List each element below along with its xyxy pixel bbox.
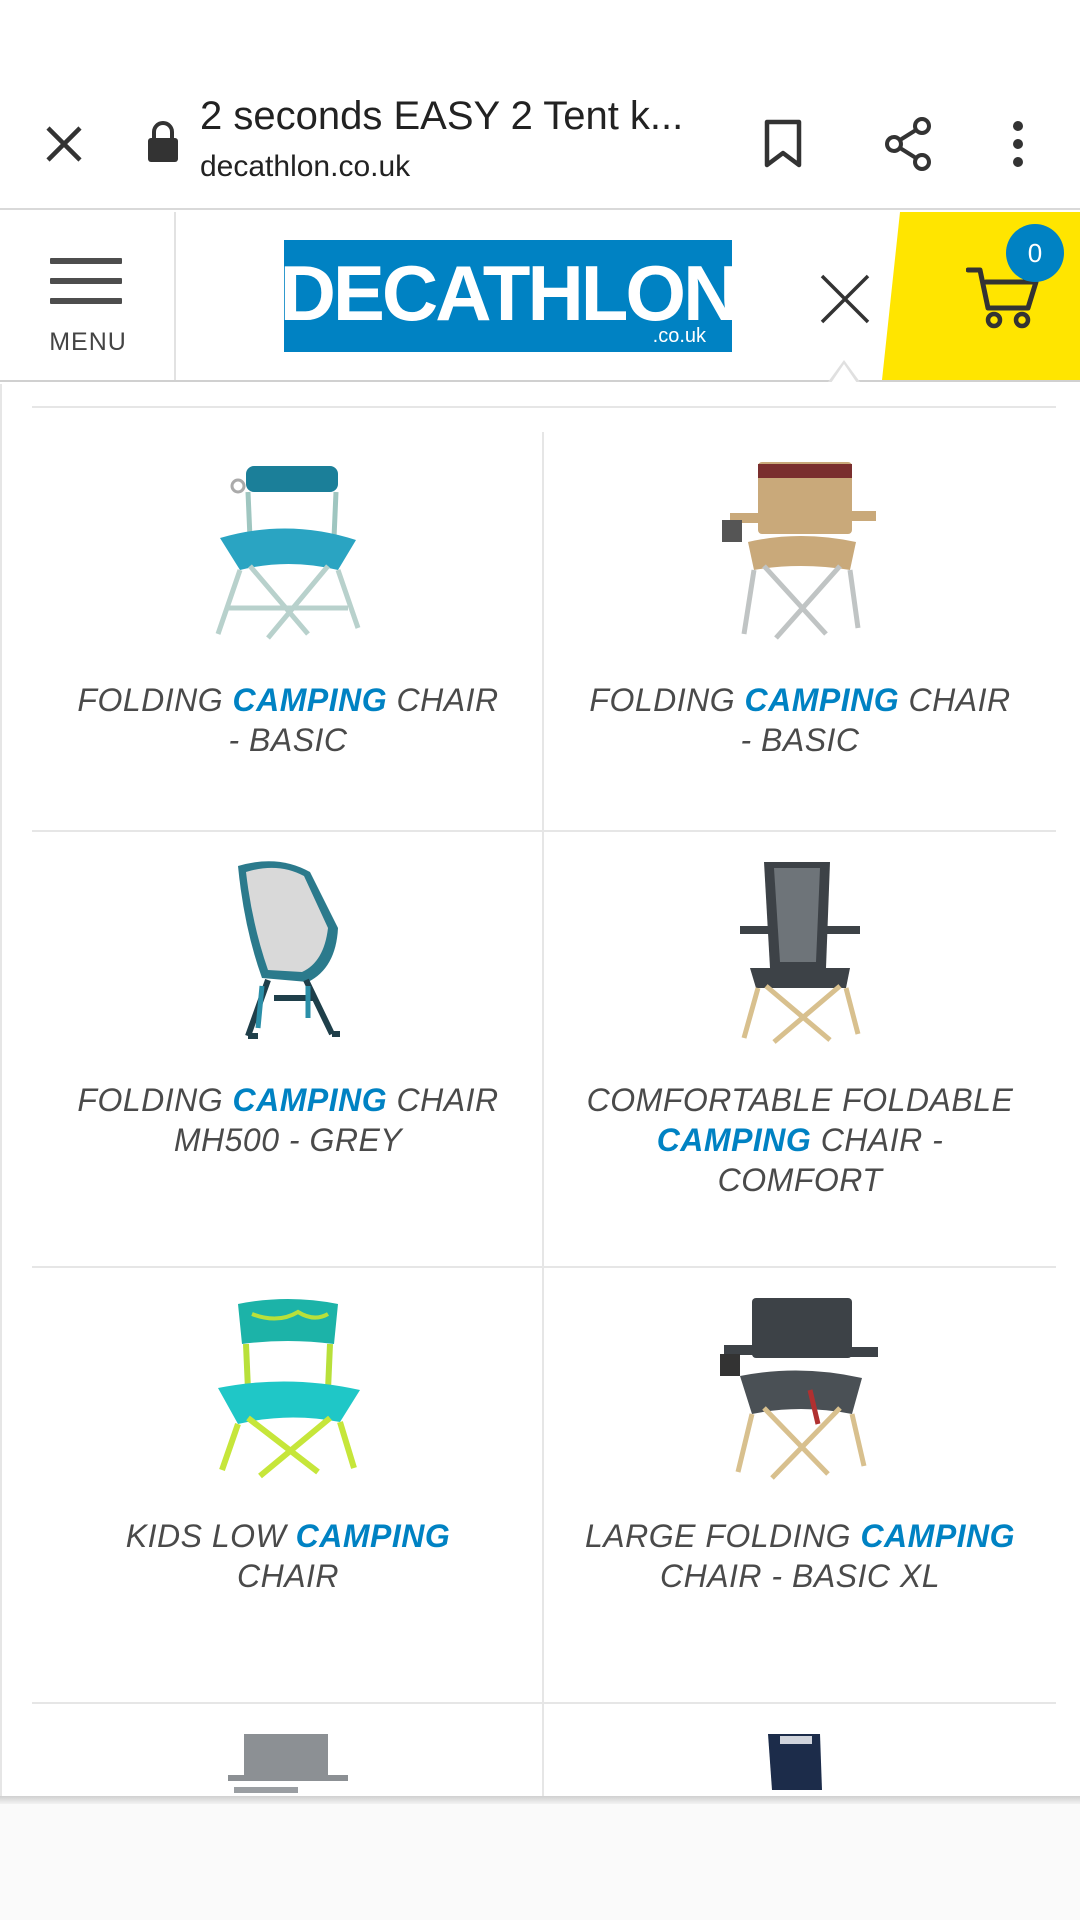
close-icon bbox=[820, 274, 870, 324]
chair-grey-folding-icon bbox=[228, 1734, 348, 1793]
product-card[interactable]: FOLDING CAMPING CHAIR MH500 - GREY bbox=[32, 832, 544, 1268]
page-title: 2 seconds EASY 2 Tent k... bbox=[200, 94, 684, 138]
logo-domain: .co.uk bbox=[652, 325, 706, 347]
chair-grey-xl-icon bbox=[720, 1298, 878, 1480]
share-button[interactable] bbox=[870, 106, 946, 182]
site-header: MENU DECATHLON .co.uk 0 bbox=[0, 212, 1080, 382]
chair-navy-folding-icon bbox=[768, 1734, 822, 1790]
status-bar bbox=[0, 0, 1080, 80]
product-card[interactable]: KIDS LOW CAMPING CHAIR bbox=[32, 1268, 544, 1704]
hamburger-icon bbox=[50, 258, 122, 318]
bookmark-icon bbox=[764, 119, 802, 168]
more-vert-icon bbox=[1013, 121, 1023, 167]
product-card[interactable]: LARGE FOLDING CAMPING CHAIR - BASIC XL bbox=[544, 1268, 1056, 1704]
cart-button[interactable]: 0 bbox=[882, 212, 1080, 380]
product-card[interactable]: FOLDING CAMPING CHAIR - BASIC bbox=[544, 432, 1056, 832]
bottom-area bbox=[0, 1804, 1080, 1920]
share-icon bbox=[885, 117, 931, 171]
product-card[interactable] bbox=[544, 1704, 1056, 1796]
close-tab-button[interactable] bbox=[28, 108, 100, 180]
chair-kids-turquoise-icon bbox=[218, 1299, 360, 1479]
product-card[interactable] bbox=[32, 1704, 544, 1796]
chair-grey-mh500-icon bbox=[238, 861, 340, 1039]
page-url[interactable]: decathlon.co.uk bbox=[200, 150, 410, 184]
product-name: FOLDING CAMPING CHAIR - BASIC bbox=[77, 682, 499, 758]
product-name: COMFORTABLE FOLDABLE CAMPING CHAIR - COM… bbox=[586, 1082, 1014, 1198]
chair-grey-comfort-icon bbox=[740, 862, 861, 1044]
chair-teal-basic-icon bbox=[215, 466, 361, 640]
dropdown-pointer-fill bbox=[831, 364, 857, 383]
close-search-button[interactable] bbox=[810, 264, 880, 334]
product-name: LARGE FOLDING CAMPING CHAIR - BASIC XL bbox=[584, 1518, 1016, 1594]
cart-count-badge: 0 bbox=[1006, 224, 1064, 282]
product-card[interactable]: COMFORTABLE FOLDABLE CAMPING CHAIR - COM… bbox=[544, 832, 1056, 1268]
lock-icon bbox=[148, 121, 178, 162]
browser-toolbar: 2 seconds EASY 2 Tent k... decathlon.co.… bbox=[0, 80, 1080, 210]
divider bbox=[32, 406, 1056, 408]
menu-label: MENU bbox=[49, 328, 127, 356]
close-icon bbox=[46, 126, 82, 162]
product-name: FOLDING CAMPING CHAIR MH500 - GREY bbox=[77, 1082, 499, 1158]
product-card[interactable]: FOLDING CAMPING CHAIR - BASIC bbox=[32, 432, 544, 832]
more-options-button[interactable] bbox=[990, 106, 1046, 182]
search-results-panel: FOLDING CAMPING CHAIR - BASIC FOLDING CA… bbox=[0, 384, 1080, 1796]
divider bbox=[0, 1796, 1080, 1804]
product-name: KIDS LOW CAMPING CHAIR bbox=[125, 1518, 451, 1594]
chair-beige-armrest-icon bbox=[722, 462, 876, 640]
product-name: FOLDING CAMPING CHAIR - BASIC bbox=[589, 682, 1011, 758]
bookmark-button[interactable] bbox=[748, 106, 818, 182]
menu-button[interactable]: MENU bbox=[0, 212, 176, 380]
decathlon-logo[interactable]: DECATHLON .co.uk bbox=[280, 240, 739, 352]
